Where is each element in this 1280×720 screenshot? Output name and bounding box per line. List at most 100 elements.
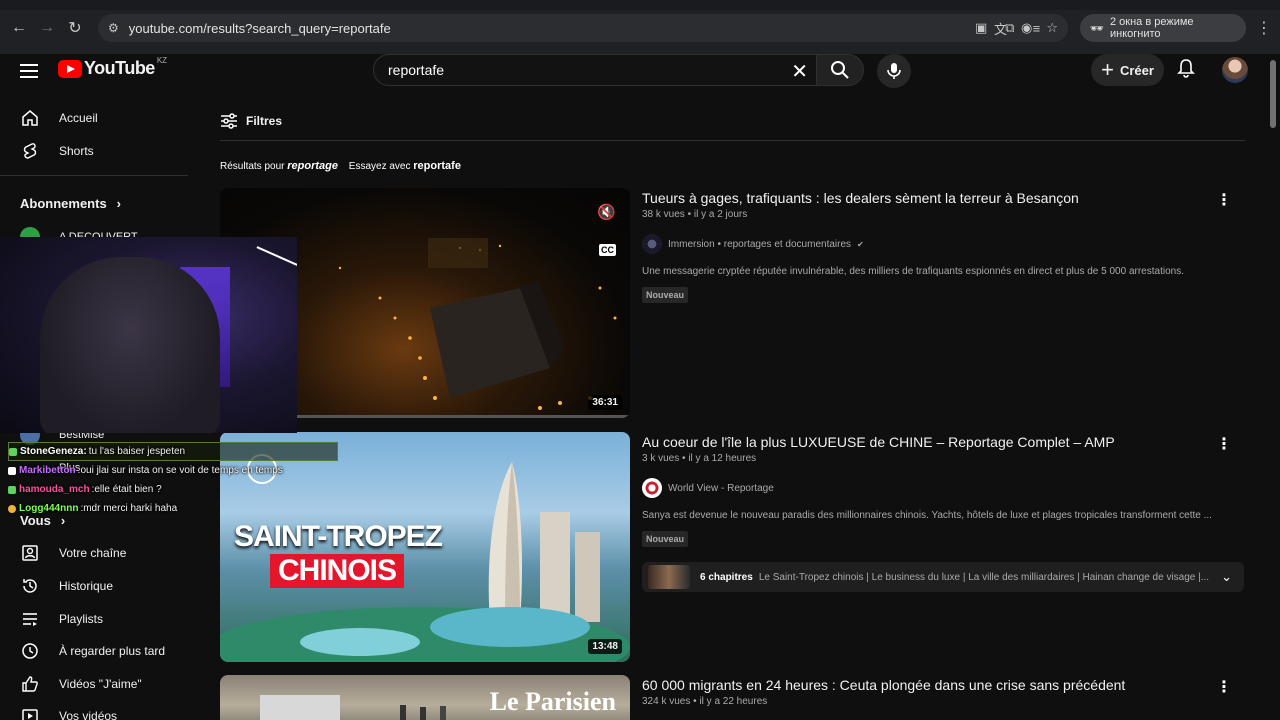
corrected-query-link[interactable]: reportage [287,160,338,172]
video-meta: 324 k vues • il y a 22 heures [642,696,768,707]
search-input[interactable]: reportafe ✕ [373,54,817,86]
sidebar-item-liked[interactable]: Vidéos "J'aime" [20,674,142,694]
stream-chat-overlay: StoneGeneza: tu l'as baiser jespeten Mar… [8,442,338,518]
filters-button[interactable]: Filtres [220,112,282,130]
video-meta: 38 k vues • il y a 2 jours [642,209,748,220]
more-options-icon[interactable]: ⋮ [1216,434,1232,454]
more-options-icon[interactable]: ⋮ [1216,190,1232,210]
original-query-link[interactable]: reportafe [413,160,461,172]
menu-icon[interactable] [18,60,40,82]
channel-avatar-icon [642,478,662,498]
incognito-indicator[interactable]: 🕶 2 окна в режиме инкогнито [1080,14,1246,42]
subscriptions-heading[interactable]: Abonnements › [20,196,121,211]
video-description: Sanya est devenue le nouveau paradis des… [642,510,1212,521]
chevron-right-icon: › [116,196,122,211]
video-info: Tueurs à gages, trafiquants : les dealer… [642,188,1242,303]
channel-avatar-icon [642,234,662,254]
video-icon [20,706,40,720]
sidebar-item-home[interactable]: Accueil [20,108,98,128]
verified-icon: ✔ [857,239,864,249]
channel-link[interactable]: Immersion • reportages et documentaires … [642,234,1242,254]
captions-icon[interactable]: CC [599,244,616,256]
address-bar[interactable]: ⚙ youtube.com/results?search_query=repor… [98,14,1068,42]
sidebar-item-your-videos[interactable]: Vos vidéos [20,706,117,720]
media-queue-icon[interactable]: ≡ [1033,21,1041,36]
notifications-bell-icon[interactable] [1177,58,1195,83]
clear-search-icon[interactable]: ✕ [791,59,808,84]
streamer-silhouette [40,257,220,433]
sidebar-item-playlists[interactable]: Playlists [20,609,103,629]
forward-icon[interactable]: → [33,14,61,42]
voice-search-button[interactable] [877,54,911,88]
chat-message: StoneGeneza: tu l'as baiser jespeten [8,442,338,461]
filters-icon [221,113,237,129]
chat-badge-icon [8,485,16,494]
video-info: 60 000 migrants en 24 heures : Ceuta plo… [642,675,1242,707]
more-options-icon[interactable]: ⋮ [1216,677,1232,697]
browser-menu-icon[interactable]: ⋮ [1256,14,1272,42]
page-scrollbar[interactable] [1270,60,1276,128]
filters-divider [220,140,1245,141]
site-info-icon[interactable]: ⚙ [108,21,119,35]
url-text: youtube.com/results?search_query=reporta… [128,20,391,36]
video-title[interactable]: Tueurs à gages, trafiquants : les dealer… [642,188,1242,208]
bookmark-star-icon[interactable]: ☆ [1046,20,1058,36]
video-title[interactable]: Au coeur de l'île la plus LUXUEUSE de CH… [642,432,1242,452]
avatar[interactable] [1222,57,1248,83]
browser-toolbar: ← → ↻ ⚙ youtube.com/results?search_query… [0,14,1280,42]
webcam-overlay [0,237,297,433]
spelling-correction: Résultats pour reportage Essayez avec re… [220,160,461,172]
create-button[interactable]: + Créer [1091,54,1164,86]
video-result[interactable]: SAINT-TROPEZ CHINOIS 13:48 Au coeur de l… [220,432,1250,662]
clock-icon [20,641,40,661]
sidebar-divider [0,175,188,176]
cam-line [256,246,297,266]
puzzle-icon[interactable]: ⧉ [1005,20,1014,36]
browser-chrome: ← → ↻ ⚙ youtube.com/results?search_query… [0,0,1280,54]
new-badge: Nouveau [642,287,689,303]
chat-message: Markibetton :oui jlai sur insta on se vo… [8,461,338,480]
thumbnail-caption: SAINT-TROPEZ [234,520,443,553]
back-icon[interactable]: ← [5,14,33,42]
playlist-icon [20,609,40,629]
thumbnail-brand: Le Parisien [489,687,616,716]
video-description: Une messagerie cryptée réputée invulnéra… [642,266,1184,277]
search-button[interactable] [816,54,864,86]
history-icon [20,576,40,596]
chapters-bar[interactable]: 6 chapitres Le Saint-Tropez chinois | Le… [642,562,1244,592]
tab-strip [0,0,1280,10]
chapter-thumbnail [648,565,690,589]
home-icon [20,108,40,128]
yt-header: YouTube KZ reportafe ✕ + Créer [0,54,1280,88]
video-info: Au coeur de l'île la plus LUXUEUSE de CH… [642,432,1242,547]
video-result[interactable]: 🔇 CC 36:31 Tueurs à gages, trafiquants :… [220,188,1250,418]
chevron-down-icon[interactable]: ⌄ [1221,569,1232,585]
sidebar-item-channel[interactable]: Votre chaîne [20,543,126,563]
chat-badge-icon [9,447,17,456]
chat-message: hamouda_mch :elle était bien ? [8,480,338,499]
reload-icon[interactable]: ↻ [61,14,89,42]
mute-icon[interactable]: 🔇 [597,203,616,221]
sidebar-item-watch-later[interactable]: À regarder plus tard [20,641,165,661]
video-result[interactable]: Le Parisien 60 000 migrants en 24 heures… [220,675,1250,720]
extension-icon[interactable]: ▣ [975,20,987,36]
video-meta: 3 k vues • il y a 12 heures [642,453,757,464]
new-badge: Nouveau [642,531,689,547]
incognito-icon: 🕶 [1090,22,1104,35]
mic-icon [887,63,901,79]
thumbs-up-icon [20,674,40,694]
video-thumbnail[interactable]: Le Parisien [220,675,630,720]
chat-message: Logg444nnn :mdr merci harki haha [8,499,338,518]
search-icon [831,61,849,79]
channel-link[interactable]: World View - Reportage [642,478,1242,498]
sidebar-item-shorts[interactable]: Shorts [20,141,94,161]
video-title[interactable]: 60 000 migrants en 24 heures : Ceuta plo… [642,675,1242,695]
plus-icon: + [1101,57,1114,82]
youtube-logo[interactable]: YouTube KZ [58,56,167,79]
user-square-icon [20,543,40,563]
thumbnail-caption: CHINOIS [270,554,405,588]
youtube-play-icon [58,59,82,78]
sidebar-item-history[interactable]: Historique [20,576,113,596]
chat-badge-icon [8,504,16,513]
shorts-icon [20,141,40,161]
